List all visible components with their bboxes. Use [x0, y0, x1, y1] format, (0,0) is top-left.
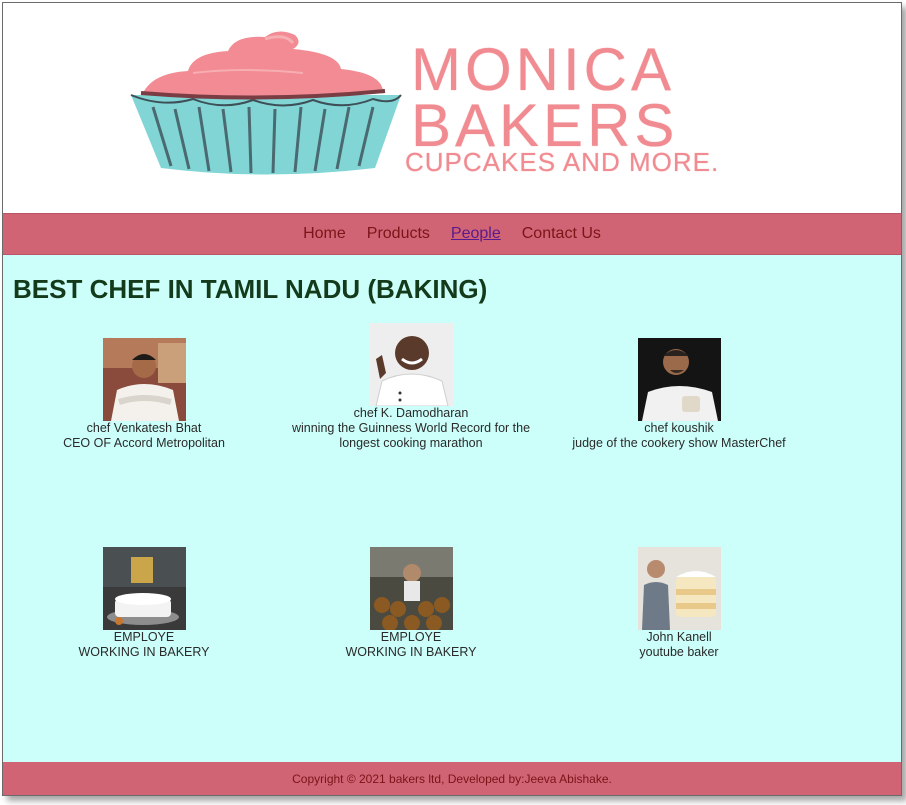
header: MONICA BAKERS CUPCAKES AND MORE. — [3, 3, 901, 213]
baker-photo — [637, 547, 721, 630]
person-name: chef koushik — [644, 421, 714, 435]
person-name: EMPLOYE — [380, 630, 442, 644]
chef-photo — [637, 338, 721, 421]
nav-products-link[interactable]: Products — [367, 225, 430, 243]
copyright-text: Copyright © 2021 bakers ltd, Developed b… — [292, 771, 612, 786]
footer: Copyright © 2021 bakers ltd, Developed b… — [3, 762, 901, 795]
person-name: chef K. Damodharan — [353, 406, 469, 420]
nav-contact-link[interactable]: Contact Us — [522, 225, 601, 243]
person-description: CEO OF Accord Metropolitan — [63, 436, 225, 450]
person-name: EMPLOYE — [113, 630, 175, 644]
person-card: John Kanell youtube baker — [579, 547, 779, 660]
employee-photo — [102, 547, 186, 630]
chef-photo — [102, 338, 186, 421]
employee-photo — [369, 547, 453, 630]
person-name: chef Venkatesh Bhat — [86, 421, 202, 435]
page: MONICA BAKERS CUPCAKES AND MORE. Home Pr… — [2, 2, 902, 796]
person-card: chef Venkatesh Bhat CEO OF Accord Metrop… — [44, 338, 244, 451]
person-name: John Kanell — [646, 630, 712, 644]
person-card: chef K. Damodharan winning the Guinness … — [281, 323, 541, 451]
main-nav: Home Products People Contact Us — [3, 213, 901, 255]
person-card: EMPLOYE WORKING IN BAKERY — [311, 547, 511, 660]
person-description: judge of the cookery show MasterChef — [572, 436, 786, 450]
people-section: BEST CHEF IN TAMIL NADU (BAKING) chef Ve… — [3, 255, 901, 762]
person-description: WORKING IN BAKERY — [78, 645, 210, 659]
page-title: BEST CHEF IN TAMIL NADU (BAKING) — [13, 274, 488, 304]
chef-photo — [369, 323, 453, 406]
brand-name-line1: MONICA — [411, 36, 675, 103]
person-description: winning the Guinness World Record for th… — [291, 421, 531, 450]
logo: MONICA BAKERS CUPCAKES AND MORE. — [3, 3, 901, 213]
person-card: chef koushik judge of the cookery show M… — [559, 338, 799, 451]
nav-home-link[interactable]: Home — [303, 225, 346, 243]
person-description: WORKING IN BAKERY — [345, 645, 477, 659]
brand-tagline: CUPCAKES AND MORE. — [405, 147, 720, 177]
person-description: youtube baker — [639, 645, 719, 659]
nav-people-link[interactable]: People — [451, 225, 501, 243]
person-card: EMPLOYE WORKING IN BAKERY — [44, 547, 244, 660]
